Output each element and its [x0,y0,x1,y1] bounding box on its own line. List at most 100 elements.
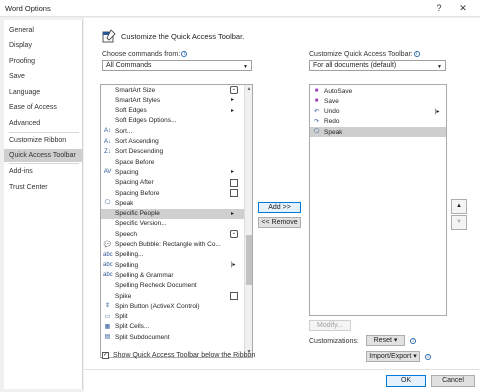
nav-divider [9,163,79,164]
list-item[interactable]: Spelling Recheck Document [101,281,252,291]
list-item[interactable]: ▦ Split Cells... [101,322,252,332]
list-item[interactable]: ▭ Split [101,312,252,322]
list-item[interactable]: Spike [101,291,252,301]
nav-divider [9,132,79,133]
remove-button[interactable]: << Remove [258,217,301,228]
list-item-label: Spacing Before [115,189,160,197]
nav-item-advanced[interactable]: Advanced [4,117,83,130]
list-item[interactable]: A↕ Sort... [101,126,252,136]
list-item-label: Specific Version... [115,220,167,228]
list-item[interactable]: Spacing Before [101,188,252,198]
info-icon[interactable]: i [181,51,188,57]
import-export-button[interactable]: Import/Export ▾ [366,351,420,362]
command-icon: ⇕ [104,303,111,310]
list-item[interactable]: ↶ Undo |▸ [310,107,446,117]
command-icon: 🗨 [312,129,321,136]
submenu-arrow-icon: ▸ [231,210,235,217]
nav-item-quick-access-toolbar[interactable]: Quick Access Toolbar [4,149,83,162]
list-item[interactable]: Specific Version... [101,219,252,229]
modify-button[interactable]: Modify... [309,320,351,331]
command-icon: A↕ [103,128,111,135]
show-below-ribbon-label: Show Quick Access Toolbar below the Ribb… [113,352,256,359]
list-item[interactable]: Speech ⌄ [101,229,252,239]
move-down-button[interactable]: ▼ [451,215,467,230]
command-icon [103,210,112,218]
reset-button[interactable]: Reset ▾ [366,335,405,346]
qat-commands-list[interactable]: ■ AutoSave ■ Save ↶ Undo |▸ ↷ Redo 🗨 Speak [309,84,447,316]
nav-item-trust-center[interactable]: Trust Center [4,181,83,194]
list-item[interactable]: ▤ Split Subdocument [101,332,252,342]
list-item-label: Spelling... [115,251,144,259]
command-icon [103,96,112,104]
spin-box-icon [230,178,238,187]
available-commands-list[interactable]: SmartArt Size ⌄ SmartArt Styles ▸ Soft Edges… [100,84,253,358]
list-item[interactable]: abc Spelling |▸ [101,260,252,270]
show-below-ribbon-checkbox[interactable]: ✓ [102,352,109,359]
list-item[interactable]: Spacing After [101,178,252,188]
add-button[interactable]: Add >> [258,202,301,213]
list-item[interactable]: abc Spelling & Grammar [101,270,252,280]
list-item-label: Sort Descending [115,148,164,156]
customize-qat-dropdown[interactable]: For all documents (default) ▼ [309,60,446,71]
nav-item-add-ins[interactable]: Add-ins [4,165,83,178]
list-item[interactable]: A↓ Sort Ascending [101,137,252,147]
ok-button[interactable]: OK [386,375,426,387]
main-panel: Customize the Quick Access Toolbar. Choo… [84,18,480,392]
list-item-label: Spacing After [115,179,154,187]
move-up-button[interactable]: ▲ [451,199,467,214]
customize-qat-value: For all documents (default) [313,62,397,69]
commands-scrollbar[interactable]: ▲ ▼ [244,85,252,357]
spin-box-icon [230,189,238,197]
list-item[interactable]: ⇕ Spin Button (ActiveX Control) [101,301,252,311]
command-icon: ▭ [104,313,111,320]
toolbar-customize-icon [102,29,116,43]
list-item-label: SmartArt Styles [115,96,161,104]
command-icon [103,282,112,290]
info-icon[interactable]: i [410,338,416,344]
command-icon: Z↓ [104,148,111,155]
choose-commands-value: All Commands [106,62,152,69]
command-icon [103,189,112,197]
command-icon: ↷ [313,118,320,125]
command-icon [103,117,112,125]
chevron-down-icon: ▼ [437,64,442,70]
list-item-label: Spelling [115,261,139,269]
command-icon [103,179,112,187]
list-item[interactable]: SmartArt Size ⌄ [101,85,252,95]
close-button[interactable]: ✕ [455,2,471,15]
list-item[interactable]: abc Spelling... [101,250,252,260]
scroll-up-arrow-icon[interactable]: ▲ [245,85,252,94]
info-icon[interactable]: i [413,51,420,57]
nav-item-proofing[interactable]: Proofing [4,55,83,68]
page-heading: Customize the Quick Access Toolbar. [121,32,245,41]
list-item[interactable]: 🗨 Speak [101,198,252,208]
list-item[interactable]: AV Spacing ▸ [101,167,252,177]
nav-item-ease-of-access[interactable]: Ease of Access [4,101,83,114]
list-item[interactable]: Soft Edges ▸ [101,106,252,116]
list-item-label: Speak [324,128,343,136]
nav-item-language[interactable]: Language [4,86,83,99]
list-item[interactable]: Space Before [101,157,252,167]
command-icon [103,220,112,228]
info-icon[interactable]: i [425,354,431,360]
command-icon: AV [103,169,112,176]
nav-item-display[interactable]: Display [4,39,83,52]
list-item[interactable]: Specific People ▸ [101,208,252,219]
cancel-button[interactable]: Cancel [431,375,475,387]
choose-commands-dropdown[interactable]: All Commands ▼ [102,60,252,71]
scroll-thumb[interactable] [246,235,252,285]
list-item[interactable]: ■ AutoSave [310,86,446,96]
list-item[interactable]: ↷ Redo [310,117,446,127]
nav-item-customize-ribbon[interactable]: Customize Ribbon [4,134,83,147]
nav-item-general[interactable]: General [4,24,83,37]
list-item[interactable]: 🗨 Speak [310,127,446,138]
list-item[interactable]: 💬 Speech Bubble: Rectangle with Co... [101,240,252,250]
list-item[interactable]: SmartArt Styles ▸ [101,95,252,105]
title-bar: Word Options ? ✕ [0,0,480,17]
help-button[interactable]: ? [431,2,447,15]
list-item[interactable]: Soft Edges Options... [101,116,252,126]
list-item[interactable]: Z↓ Sort Descending [101,147,252,157]
list-item-label: Undo [324,108,340,116]
nav-item-save[interactable]: Save [4,70,83,83]
list-item[interactable]: ■ Save [310,96,446,106]
